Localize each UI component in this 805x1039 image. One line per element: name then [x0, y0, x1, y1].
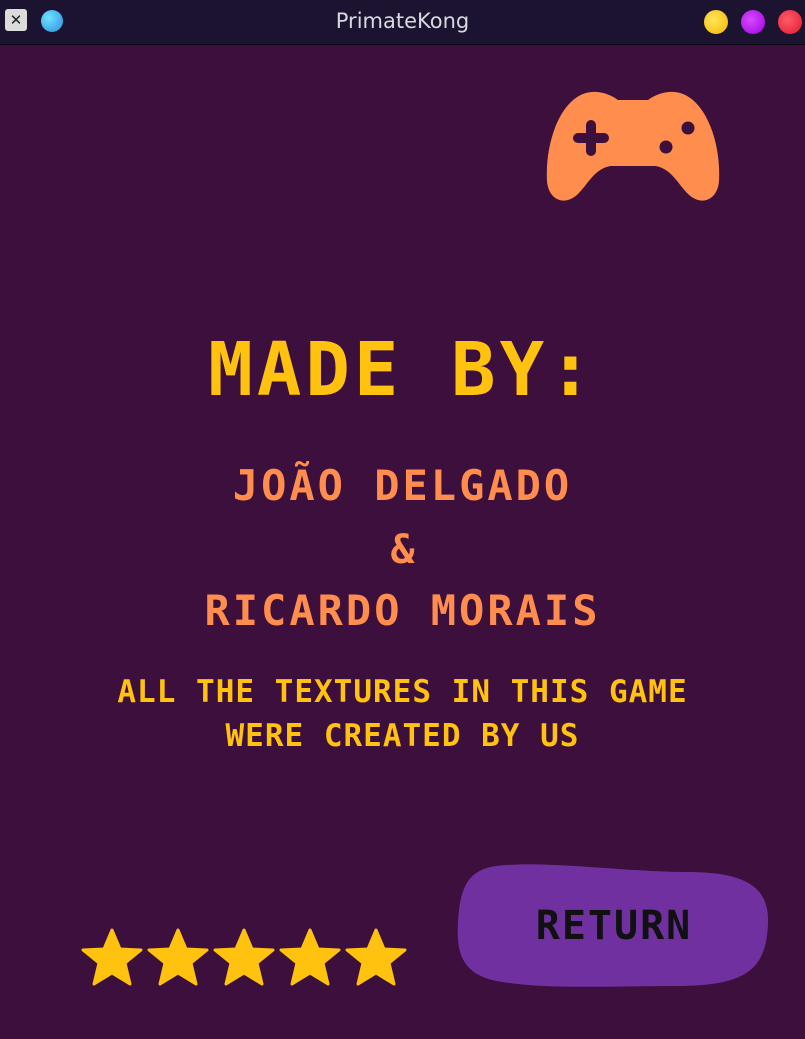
maximize-button[interactable]	[741, 10, 765, 34]
star-icon	[345, 928, 407, 986]
star-rating	[80, 926, 410, 990]
credits-heading: MADE BY:	[208, 327, 597, 413]
title-bar[interactable]: ✕ PrimateKong	[0, 0, 805, 45]
window-title: PrimateKong	[335, 9, 470, 33]
author-separator: &	[390, 527, 415, 573]
star-icon	[213, 928, 275, 986]
author-name-1: JOÃO DELGADO	[232, 461, 573, 510]
textures-note-line-2: WERE CREATED BY US	[225, 718, 580, 754]
close-button[interactable]	[778, 10, 802, 34]
minimize-button[interactable]	[704, 10, 728, 34]
return-button-label: RETURN	[535, 903, 693, 949]
author-name-2: RiCARDO MORAiS	[204, 586, 601, 635]
star-icon	[147, 928, 209, 986]
return-button[interactable]: RETURN	[456, 862, 772, 990]
gamepad-icon	[546, 91, 720, 201]
star-icon	[279, 928, 341, 986]
textures-note-line-1: ALL THE TEXTURES iN THiS GAME	[117, 674, 688, 710]
star-icon	[81, 928, 143, 986]
game-window: ✕ PrimateKong MADE BY: JOÃO DELGADO & Ri…	[0, 0, 805, 1039]
